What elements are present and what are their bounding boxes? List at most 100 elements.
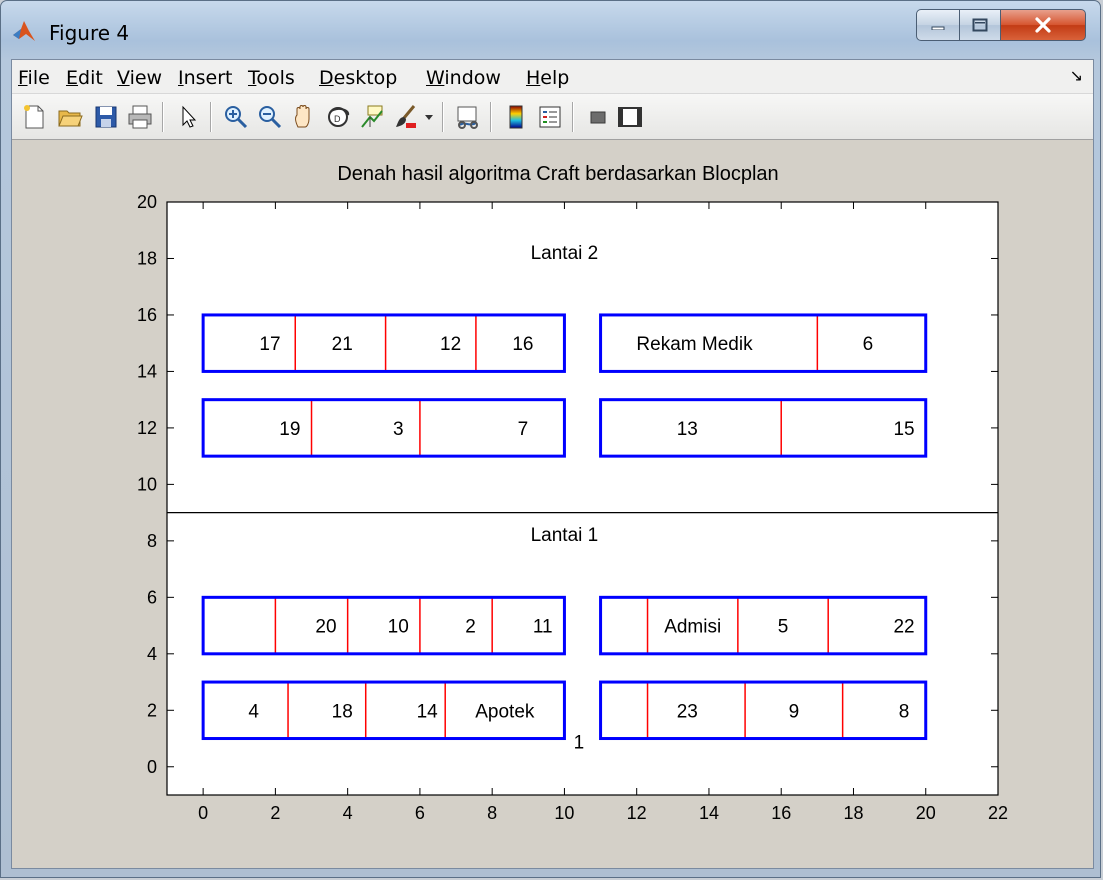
department-label: 20 [315,617,336,638]
y-tick-label: 20 [137,192,157,212]
toolbar-separator [210,102,212,132]
floor-label: Lantai 1 [531,525,599,546]
menu-file[interactable]: File [18,67,50,89]
matlab-icon [13,21,35,41]
x-tick-label: 4 [343,803,353,823]
department-label: 22 [893,617,914,638]
department-label: Apotek [475,701,535,722]
plot-axes [166,201,999,796]
block-layout-plot[interactable]: Denah hasil algoritma Craft berdasarkan … [12,140,1093,868]
save-icon[interactable] [92,103,120,131]
y-tick-label: 0 [147,757,157,777]
y-tick-label: 16 [137,305,157,325]
department-label: 8 [899,701,910,722]
figure-client-area: File Edit View Insert Tools Desktop Wind… [11,59,1094,869]
menu-insert[interactable]: Insert [178,67,233,89]
department-label: 9 [789,701,800,722]
y-tick-label: 10 [137,474,157,494]
link-plot-icon[interactable] [454,103,482,131]
data-cursor-icon[interactable] [358,103,386,131]
department-label: 7 [518,419,529,440]
pan-icon[interactable] [290,103,318,131]
department-label: 23 [677,701,698,722]
toolbar-separator [490,102,492,132]
y-tick-label: 18 [137,248,157,268]
figure-toolbar: D [12,94,1093,140]
x-tick-label: 6 [415,803,425,823]
menu-desktop[interactable]: Desktop [319,67,397,89]
show-plot-tools-icon[interactable] [616,103,644,131]
y-tick-label: 4 [147,644,157,664]
floor-label: Lantai 2 [531,243,599,264]
print-icon[interactable] [126,103,154,131]
department-label: 5 [778,617,789,638]
toolbar-separator [572,102,574,132]
menu-bar: File Edit View Insert Tools Desktop Wind… [12,60,1093,94]
x-tick-label: 2 [270,803,280,823]
department-label: 18 [332,701,353,722]
department-label: 16 [512,334,533,355]
menu-window[interactable]: Window [426,67,501,89]
minimize-button[interactable] [916,9,960,41]
department-label: 11 [533,617,553,638]
department-label: 6 [863,334,874,355]
department-label: 12 [440,334,461,355]
title-bar[interactable]: Figure 4 [1,1,1100,59]
department-label: 15 [893,419,914,440]
x-tick-label: 8 [487,803,497,823]
y-tick-label: 12 [137,418,157,438]
menu-tools[interactable]: Tools [248,67,295,89]
svg-text:D: D [334,114,341,124]
chart-title: Denah hasil algoritma Craft berdasarkan … [337,163,778,185]
minimize-icon [931,26,945,30]
close-icon [1035,17,1051,33]
department-label: 4 [248,701,259,722]
pointer-icon[interactable] [174,103,202,131]
toolbar-separator [442,102,444,132]
brush-icon[interactable] [392,103,420,131]
department-label: 21 [332,334,353,355]
maximize-icon [972,18,988,32]
zoom-out-icon[interactable] [256,103,284,131]
department-label: 2 [465,617,476,638]
department-label: 19 [279,419,300,440]
figure-canvas: Denah hasil algoritma Craft berdasarkan … [12,140,1093,868]
zoom-in-icon[interactable] [222,103,250,131]
close-button[interactable] [1000,9,1086,41]
new-file-icon[interactable] [20,103,48,131]
y-tick-label: 8 [147,531,157,551]
x-tick-label: 0 [198,803,208,823]
x-tick-label: 18 [843,803,863,823]
x-tick-label: 12 [627,803,647,823]
open-folder-icon[interactable] [56,103,84,131]
department-label: 13 [677,419,698,440]
y-tick-label: 14 [137,361,157,381]
annotation-label: 1 [574,732,585,753]
figure-window: Figure 4 File Edit View Insert Tools Des… [0,0,1101,878]
y-tick-label: 6 [147,587,157,607]
menubar-overflow-icon[interactable]: ↘ [1070,66,1083,86]
department-label: Rekam Medik [636,334,753,355]
x-tick-label: 14 [699,803,719,823]
x-tick-label: 10 [554,803,574,823]
window-title: Figure 4 [49,21,130,45]
department-label: Admisi [664,617,721,638]
department-label: 14 [417,701,439,722]
department-label: 3 [393,419,404,440]
menu-view[interactable]: View [117,67,162,89]
maximize-button[interactable] [959,9,1001,41]
brush-dropdown-icon[interactable] [422,103,436,131]
department-label: 17 [259,334,280,355]
department-label: 10 [388,617,409,638]
menu-help[interactable]: Help [526,67,569,89]
x-tick-label: 20 [916,803,936,823]
toolbar-separator [162,102,164,132]
hide-plot-tools-icon[interactable] [584,103,612,131]
x-tick-label: 22 [988,803,1008,823]
y-tick-label: 2 [147,700,157,720]
rotate-3d-icon[interactable]: D [324,103,352,131]
menu-edit[interactable]: Edit [66,67,103,89]
colorbar-icon[interactable] [502,103,530,131]
legend-icon[interactable] [536,103,564,131]
x-tick-label: 16 [771,803,791,823]
